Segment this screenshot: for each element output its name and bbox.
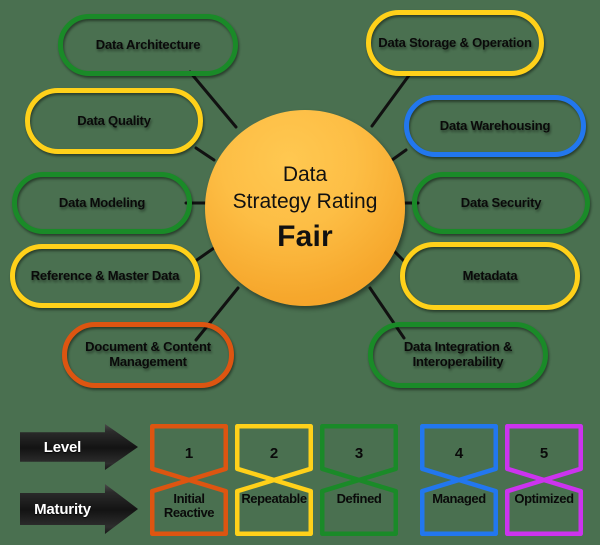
maturity-level-cell[interactable]: 1 Initial Reactive: [150, 424, 228, 536]
legend-arrow-maturity: Maturity: [20, 484, 138, 534]
hourglass-bottom: [420, 477, 498, 536]
capability-node[interactable]: Metadata: [400, 242, 580, 310]
capability-node-label: Data Modeling: [58, 194, 146, 210]
hourglass-shape: [235, 424, 313, 536]
maturity-level-name: Defined: [336, 491, 382, 506]
legend-arrow-label: Level: [43, 438, 82, 456]
capability-node[interactable]: Document & Content Management: [62, 322, 234, 388]
capability-node[interactable]: Data Quality: [25, 88, 203, 154]
hourglass-shape: [420, 424, 498, 536]
capability-node[interactable]: Data Integration & Interoperability: [368, 322, 548, 388]
capability-node-label: Data Security: [460, 194, 542, 210]
maturity-level-cell[interactable]: 3 Defined: [320, 424, 398, 536]
capability-node-label: Data Architecture: [95, 36, 201, 52]
maturity-level-number: 1: [184, 445, 194, 462]
capability-node[interactable]: Reference & Master Data: [10, 244, 200, 308]
legend-arrow-label: Maturity: [34, 500, 91, 518]
maturity-level-name: Initial Reactive: [163, 491, 215, 521]
hourglass-bottom: [320, 477, 398, 536]
capability-node[interactable]: Data Warehousing: [404, 95, 586, 157]
capability-node-label: Metadata: [462, 267, 518, 283]
maturity-level-number: 4: [454, 445, 464, 462]
capability-node[interactable]: Data Storage & Operation: [366, 10, 544, 76]
hub-line-1: Data: [282, 163, 328, 187]
capability-node-label: Document & Content Management: [85, 339, 211, 369]
hourglass-bottom: [235, 477, 313, 536]
capability-node[interactable]: Data Security: [412, 172, 590, 234]
connector-line: [390, 148, 408, 162]
center-hub-rating: Data Strategy Rating Fair: [205, 110, 405, 306]
diagram-canvas: Data Strategy Rating Fair Data Architect…: [0, 0, 600, 545]
hourglass-shape: [320, 424, 398, 536]
maturity-level-name: Repeatable: [241, 491, 307, 506]
capability-node[interactable]: Data Architecture: [58, 14, 238, 76]
hourglass-bottom: [505, 477, 583, 536]
maturity-level-number: 2: [269, 445, 279, 462]
capability-node[interactable]: Data Modeling: [12, 172, 192, 234]
legend-arrow-level: Level: [20, 424, 138, 470]
maturity-level-number: 3: [354, 445, 364, 462]
hub-rating-value: Fair: [277, 219, 333, 253]
maturity-level-number: 5: [539, 445, 549, 462]
capability-node-label: Data Warehousing: [439, 117, 551, 133]
connector-line: [192, 246, 216, 264]
capability-node-label: Reference & Master Data: [30, 267, 180, 283]
maturity-level-cell[interactable]: 5 Optimized: [505, 424, 583, 536]
capability-node-label: Data Integration & Interoperability: [403, 339, 513, 369]
hourglass-shape: [505, 424, 583, 536]
maturity-level-name: Optimized: [514, 491, 574, 506]
connector-line: [194, 146, 216, 162]
maturity-level-cell[interactable]: 4 Managed: [420, 424, 498, 536]
capability-node-label: Data Storage & Operation: [378, 34, 532, 50]
maturity-level-cell[interactable]: 2 Repeatable: [235, 424, 313, 536]
capability-node-label: Data Quality: [77, 112, 151, 128]
hub-line-2: Strategy Rating: [232, 190, 378, 213]
maturity-level-name: Managed: [432, 491, 486, 506]
